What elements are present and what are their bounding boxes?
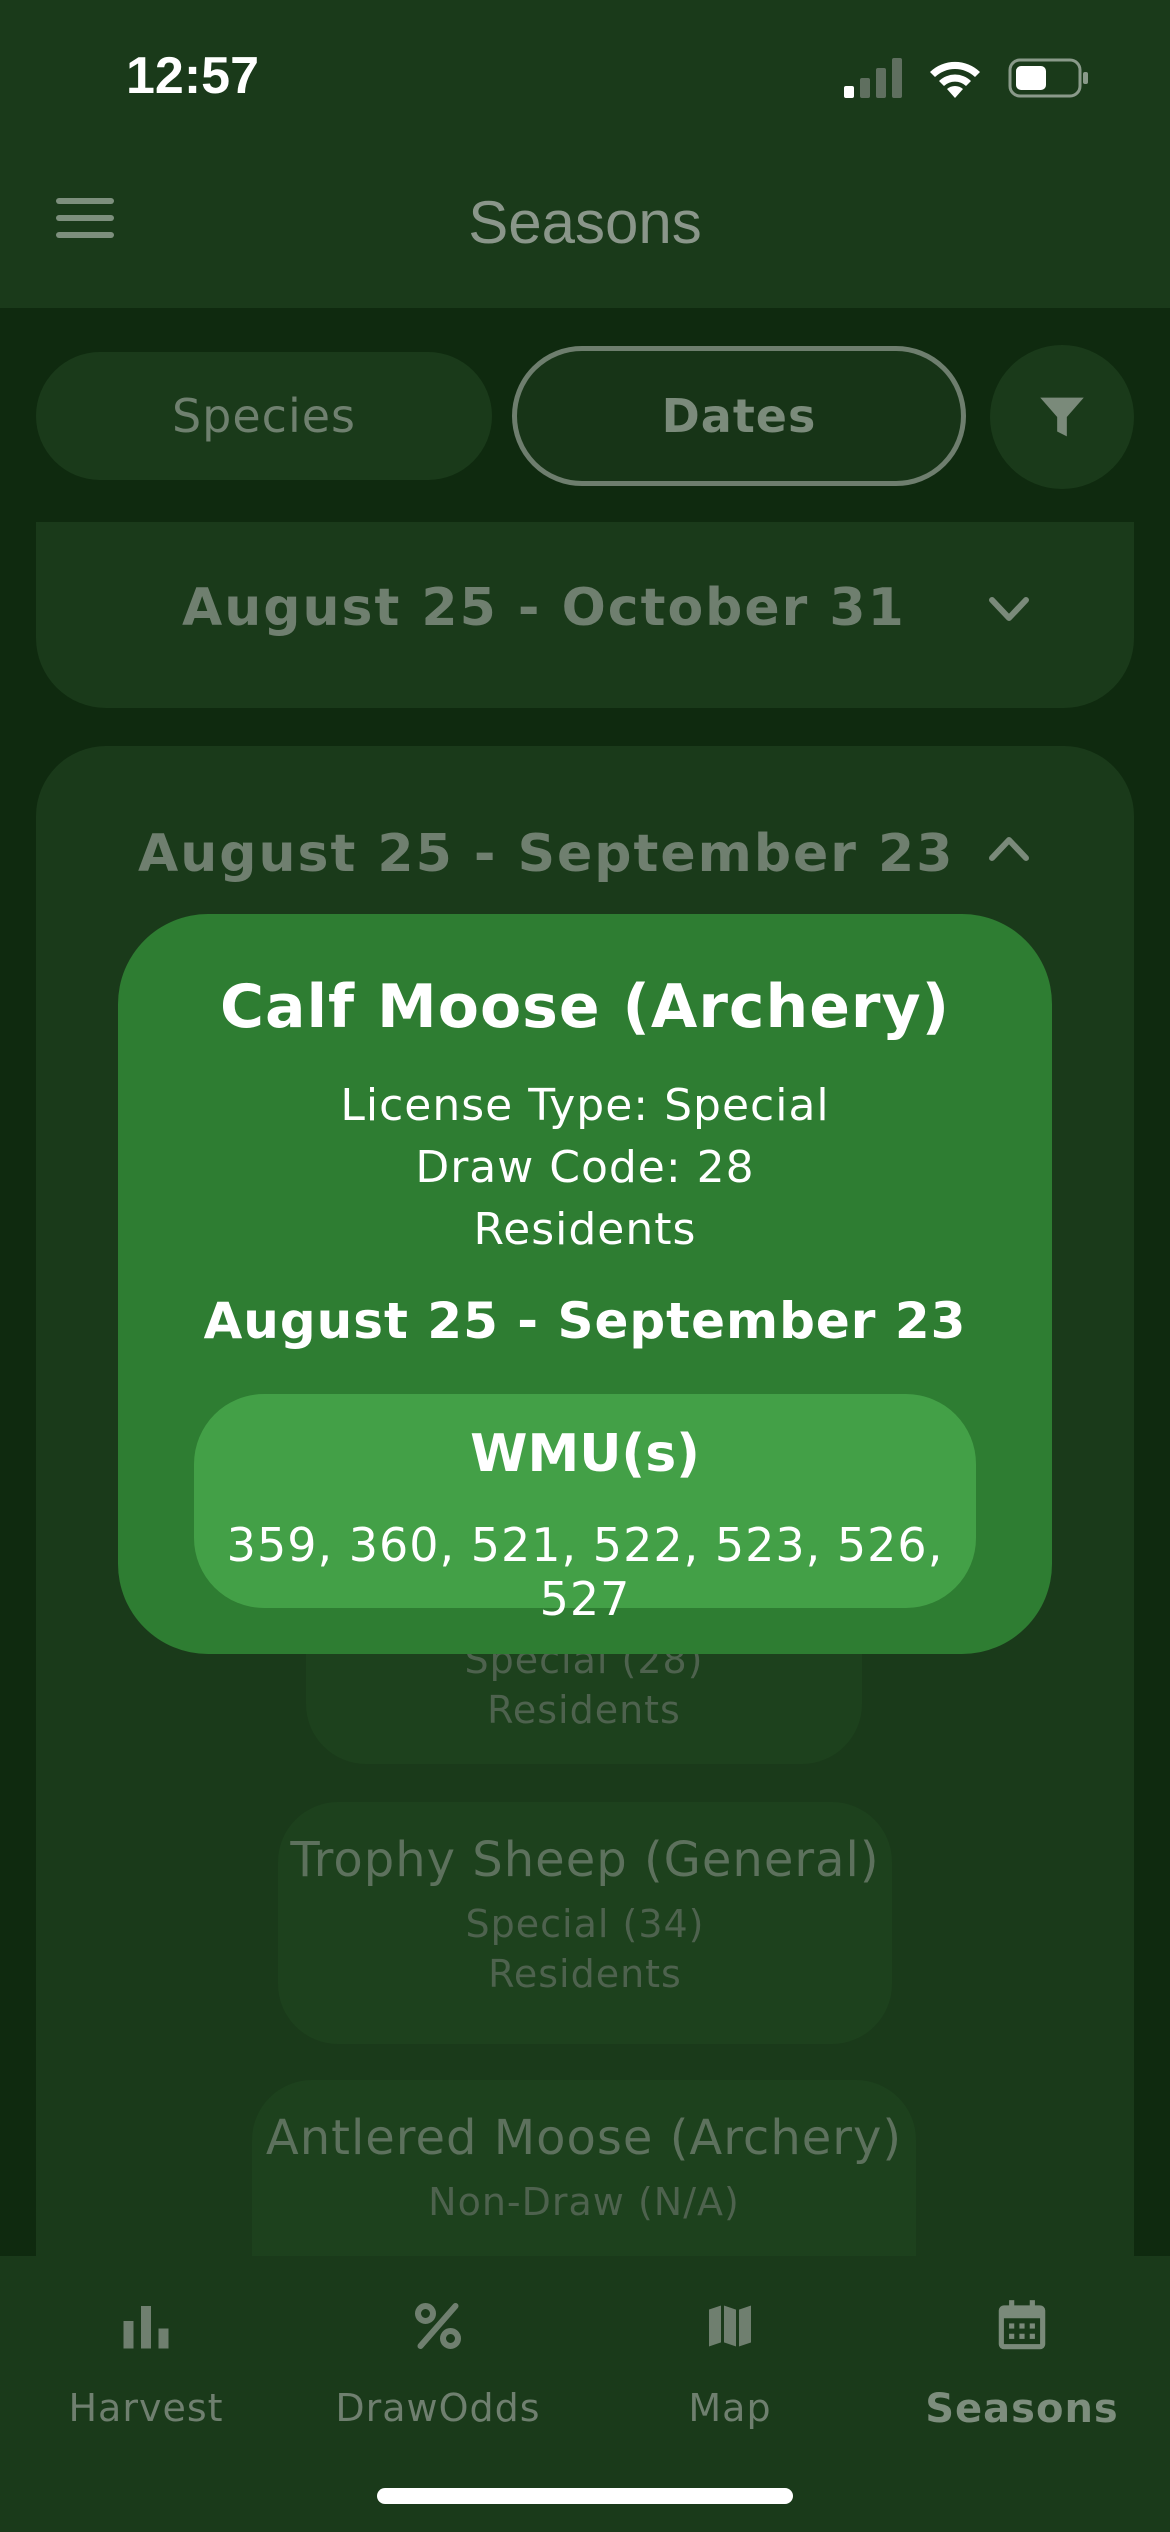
popup-dates: August 25 - September 23 [203,1292,967,1350]
draw-code: Draw Code: 28 [415,1142,755,1193]
home-indicator[interactable] [377,2488,793,2504]
page-title: Seasons [468,189,702,256]
calendar-icon [998,2300,1046,2350]
nav-harvest[interactable]: Harvest [0,2286,292,2430]
wmu-list: 359, 360, 521, 522, 523, 526, 527 [226,1518,944,1626]
dates-tab[interactable]: Dates [512,346,966,486]
item-license: Special (34) [465,1902,705,1946]
nav-label: Harvest [68,2386,224,2430]
item-name: Antlered Moose (Archery) [265,2110,903,2166]
item-license: Non-Draw (N/A) [428,2180,740,2224]
list-item[interactable]: Trophy Sheep (General) Special (34) Resi… [278,1802,892,2044]
season-detail-popup[interactable]: Calf Moose (Archery) License Type: Speci… [118,914,1052,1654]
nav-label: Map [688,2386,772,2430]
nav-label: Seasons [925,2386,1119,2432]
filter-button[interactable] [990,345,1134,489]
chevron-up-icon[interactable] [984,828,1034,868]
species-tab[interactable]: Species [36,352,492,480]
residency: Residents [473,1204,697,1255]
chevron-down-icon[interactable] [984,590,1034,630]
popup-title: Calf Moose (Archery) [219,972,951,1042]
bar-chart-icon [123,2306,169,2349]
status-icons [844,56,1090,100]
wmu-box: WMU(s) 359, 360, 521, 522, 523, 526, 527 [194,1394,976,1626]
status-time: 12:57 [126,47,259,105]
season-card-collapsed[interactable]: August 25 - October 31 [36,522,1134,708]
nav-seasons[interactable]: Seasons [876,2286,1168,2432]
percent-icon [415,2303,461,2349]
cellular-signal-icon [844,58,902,98]
map-icon [706,2301,754,2351]
nav-map[interactable]: Map [584,2286,876,2430]
nav-label: DrawOdds [335,2386,541,2430]
season-card-title: August 25 - September 23 [138,824,955,884]
item-residency: Residents [487,1688,681,1732]
wmu-title: WMU(s) [470,1424,700,1484]
license-type: License Type: Special [340,1080,830,1131]
season-card-title: August 25 - October 31 [182,578,906,638]
wifi-icon [930,61,980,98]
battery-icon [1008,58,1088,98]
item-name: Trophy Sheep (General) [290,1832,880,1888]
list-item[interactable]: Antlered Moose (Archery) Non-Draw (N/A) [252,2080,916,2280]
item-residency: Residents [488,1952,682,1996]
filter-icon [1040,397,1084,437]
nav-drawodds[interactable]: DrawOdds [292,2286,584,2430]
app-header: 12:57 Seasons [0,0,1170,308]
